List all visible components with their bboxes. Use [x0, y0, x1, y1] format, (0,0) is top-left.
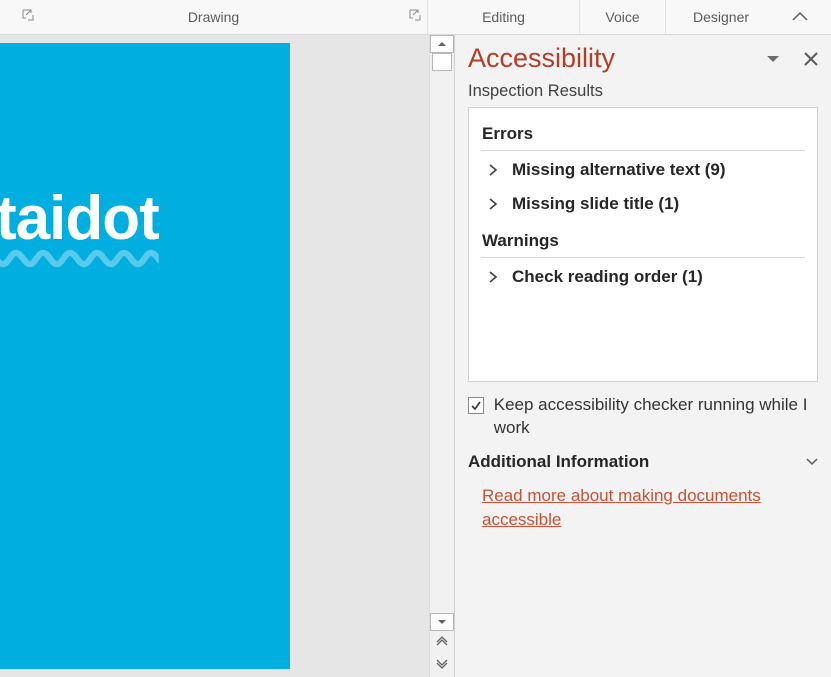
- inspection-results-label: Inspection Results: [468, 82, 818, 101]
- error-item[interactable]: Missing slide title (1): [482, 187, 804, 221]
- ribbon-group-designer: Designer: [666, 0, 776, 34]
- dialog-launcher-icon[interactable]: [22, 9, 34, 21]
- chevron-right-icon[interactable]: [484, 270, 502, 284]
- collapse-ribbon-button[interactable]: [776, 0, 824, 34]
- panel-header: Accessibility: [468, 43, 818, 74]
- warning-item[interactable]: Check reading order (1): [482, 260, 804, 294]
- dialog-launcher-icon[interactable]: [409, 9, 421, 21]
- close-panel-button[interactable]: [804, 52, 818, 66]
- error-item[interactable]: Missing alternative text (9): [482, 153, 804, 187]
- scroll-up-button[interactable]: [430, 35, 454, 53]
- divider: [481, 257, 805, 258]
- error-item-label: Missing slide title (1): [512, 194, 679, 214]
- warnings-section-header: Warnings: [482, 231, 804, 251]
- scroll-down-button[interactable]: [430, 613, 454, 631]
- ribbon-group-designer-label: Designer: [693, 9, 749, 25]
- panel-options-dropdown[interactable]: [766, 54, 780, 64]
- keep-running-label: Keep accessibility checker running while…: [494, 394, 818, 440]
- scroll-thumb[interactable]: [432, 53, 452, 71]
- ribbon-bar: Drawing Editing Voice Designer: [0, 0, 831, 35]
- additional-information-header[interactable]: Additional Information: [468, 446, 818, 476]
- next-slide-button[interactable]: [430, 652, 454, 673]
- keep-running-row: Keep accessibility checker running while…: [468, 382, 818, 446]
- ribbon-group-editing: Editing: [428, 0, 580, 34]
- ribbon-group-editing-label: Editing: [482, 9, 525, 25]
- slide-editor-area: taidot: [0, 35, 454, 677]
- accessibility-panel: Accessibility Inspection Results Errors …: [454, 35, 831, 677]
- vertical-scrollbar: [429, 35, 454, 677]
- scroll-track[interactable]: [430, 53, 454, 613]
- ribbon-group-voice: Voice: [580, 0, 666, 34]
- slide-title-text[interactable]: taidot: [0, 183, 159, 254]
- slide-canvas[interactable]: taidot: [0, 43, 290, 669]
- warning-item-label: Check reading order (1): [512, 267, 703, 287]
- previous-slide-button[interactable]: [430, 631, 454, 652]
- error-item-label: Missing alternative text (9): [512, 160, 726, 180]
- ribbon-group-drawing: Drawing: [0, 0, 428, 34]
- chevron-down-icon[interactable]: [806, 457, 818, 467]
- additional-information-label: Additional Information: [468, 452, 649, 472]
- ribbon-group-drawing-label: Drawing: [188, 9, 239, 25]
- ribbon-group-voice-label: Voice: [605, 9, 639, 25]
- inspection-results-box: Errors Missing alternative text (9) Miss…: [468, 107, 818, 382]
- keep-running-checkbox[interactable]: [468, 397, 484, 414]
- panel-title: Accessibility: [468, 43, 615, 74]
- chevron-right-icon[interactable]: [484, 163, 502, 177]
- help-link-wrap: Read more about making documents accessi…: [468, 476, 818, 532]
- errors-section-header: Errors: [482, 124, 804, 144]
- divider: [481, 150, 805, 151]
- read-more-link[interactable]: Read more about making documents accessi…: [482, 486, 761, 529]
- chevron-right-icon[interactable]: [484, 197, 502, 211]
